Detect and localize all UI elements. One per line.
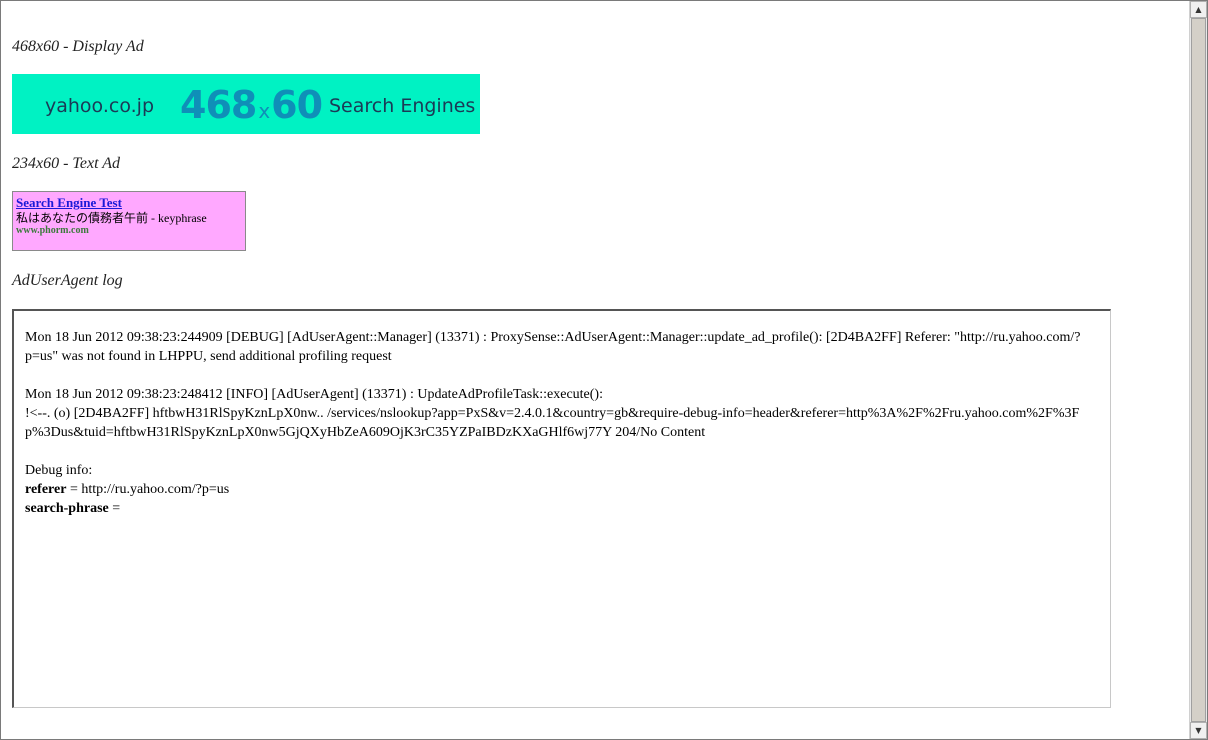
log-textarea[interactable]: Mon 18 Jun 2012 09:38:23:244909 [DEBUG] … <box>12 309 1111 708</box>
text-ad-body: 私はあなたの債務者午前 - keyphrase <box>16 211 207 225</box>
display-ad-size-height: 60 <box>271 83 323 127</box>
display-ad-size-width: 468 <box>180 83 257 127</box>
log-content: Mon 18 Jun 2012 09:38:23:244909 [DEBUG] … <box>25 328 1085 518</box>
display-ad-size: 468 x60 <box>180 83 323 127</box>
log-entry: Mon 18 Jun 2012 09:38:23:248412 [INFO] [… <box>25 387 1080 440</box>
scroll-up-arrow-icon[interactable]: ▲ <box>1190 1 1207 18</box>
debug-key: search-phrase <box>25 501 109 516</box>
display-ad-site: yahoo.co.jp <box>45 95 154 117</box>
debug-row-search-phrase: search-phrase = <box>25 499 1085 518</box>
display-ad-heading: 468x60 - Display Ad <box>12 38 144 55</box>
text-ad-heading: 234x60 - Text Ad <box>12 155 120 172</box>
debug-value: = http://ru.yahoo.com/?p=us <box>66 482 230 497</box>
log-entry: Mon 18 Jun 2012 09:38:23:244909 [DEBUG] … <box>25 330 1081 364</box>
debug-info-label: Debug info: <box>25 463 93 478</box>
text-ad-box[interactable]: Search Engine Test 私はあなたの債務者午前 - keyphra… <box>12 191 246 251</box>
debug-value: = <box>108 501 121 516</box>
display-ad-banner[interactable]: yahoo.co.jp 468 x60 Search Engines <box>12 74 480 134</box>
vertical-scrollbar[interactable]: ▲ ▼ <box>1189 1 1207 739</box>
scrollbar-thumb[interactable] <box>1191 18 1206 722</box>
log-heading: AdUserAgent log <box>12 272 123 289</box>
display-ad-size-x: x <box>258 99 270 123</box>
debug-key: referer <box>25 482 67 497</box>
text-ad-url: www.phorm.com <box>16 225 89 236</box>
scroll-down-arrow-icon[interactable]: ▼ <box>1190 722 1207 739</box>
display-ad-category: Search Engines <box>329 95 476 117</box>
browser-page: 468x60 - Display Ad yahoo.co.jp 468 x60 S… <box>0 0 1208 740</box>
debug-row-referer: referer = http://ru.yahoo.com/?p=us <box>25 480 1085 499</box>
